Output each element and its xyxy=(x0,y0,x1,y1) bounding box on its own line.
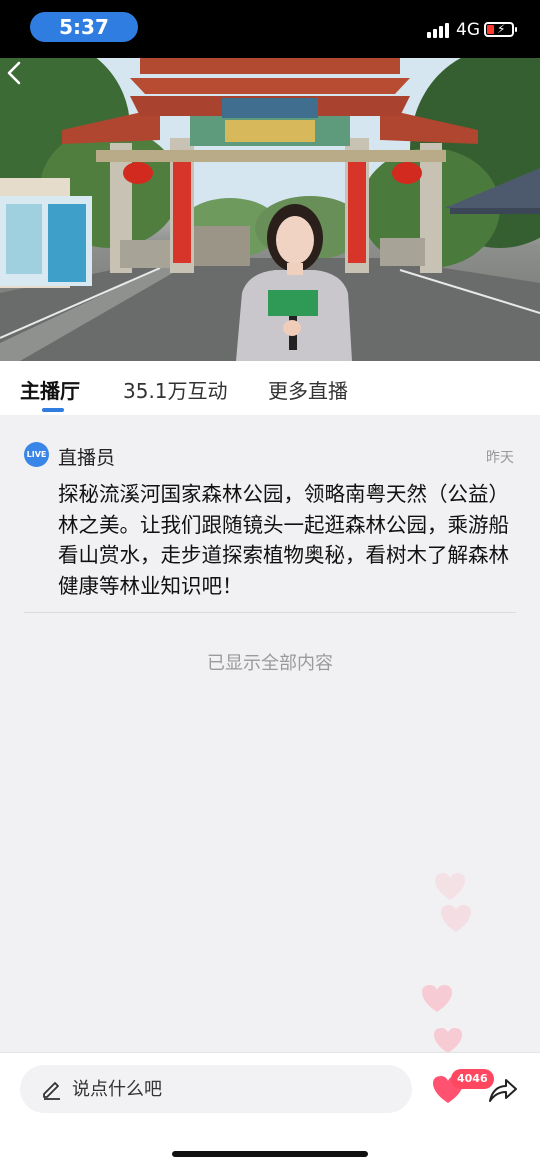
tab-active-indicator xyxy=(42,408,64,412)
share-arrow-icon[interactable] xyxy=(486,1075,518,1105)
tab-interactions[interactable]: 35.1万互动 xyxy=(123,375,228,404)
message-feed: LIVE 直播员 昨天 探秘流溪河国家森林公园，领略南粤天然（公益）林之美。让我… xyxy=(0,415,540,1054)
network-label: 4G xyxy=(456,20,480,40)
floating-heart-icon xyxy=(441,905,471,932)
message-text: 探秘流溪河国家森林公园，领略南粤天然（公益）林之美。让我们跟随镜头一起逛森林公园… xyxy=(58,482,509,598)
tab-anchor-hall[interactable]: 主播厅 xyxy=(20,375,80,404)
live-badge-icon: LIVE xyxy=(24,442,49,467)
pen-icon xyxy=(43,1082,60,1100)
home-indicator[interactable] xyxy=(172,1151,368,1157)
bottom-bar: 4046 xyxy=(0,1052,540,1168)
chevron-left-icon[interactable] xyxy=(0,58,30,88)
floating-heart-icon xyxy=(434,1027,462,1054)
message-time: 昨天 xyxy=(486,450,514,466)
video-scene xyxy=(0,58,540,361)
live-video[interactable] xyxy=(0,58,540,361)
floating-heart-icon xyxy=(435,873,465,900)
comment-input[interactable] xyxy=(20,1065,412,1113)
battery-icon: ⚡ xyxy=(484,22,517,37)
signal-icon xyxy=(427,20,453,38)
status-time: 5:37 xyxy=(30,12,138,42)
status-bar: 5:37 4G ⚡ xyxy=(0,0,540,58)
tab-bar: 主播厅 35.1万互动 更多直播 xyxy=(0,361,540,415)
tab-more-live[interactable]: 更多直播 xyxy=(268,375,348,404)
message-author: 直播员 xyxy=(58,447,116,469)
end-of-content-note: 已显示全部内容 xyxy=(207,653,333,674)
floating-heart-icon xyxy=(422,985,452,1012)
divider xyxy=(24,612,516,613)
